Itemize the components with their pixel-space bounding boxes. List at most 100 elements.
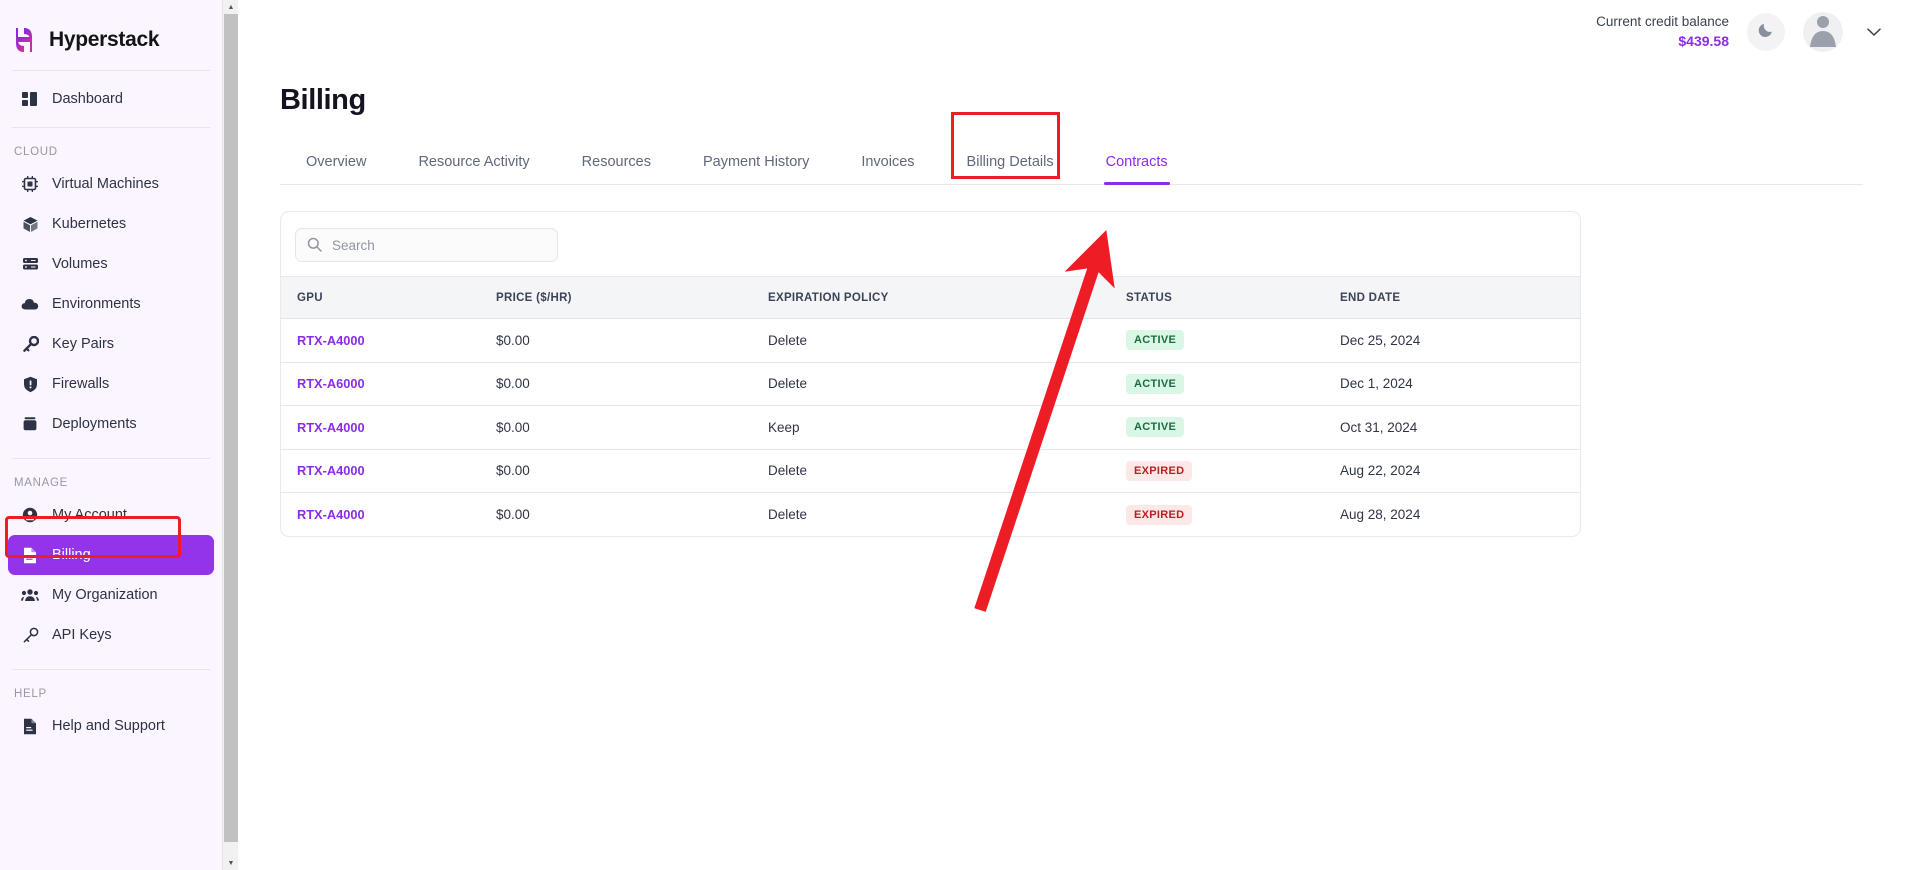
sidebar-item-label: Key Pairs bbox=[52, 336, 115, 352]
credit-balance-label: Current credit balance bbox=[1596, 14, 1729, 30]
cell-price: $0.00 bbox=[496, 362, 768, 406]
gpu-link[interactable]: RTX-A4000 bbox=[297, 507, 365, 522]
tab-resources[interactable]: Resources bbox=[556, 154, 677, 184]
status-badge: ACTIVE bbox=[1126, 330, 1185, 351]
sidebar-item-label: Dashboard bbox=[52, 91, 123, 107]
column-header-policy[interactable]: EXPIRATION POLICY bbox=[768, 276, 1126, 319]
table-head: GPU PRICE ($/HR) EXPIRATION POLICY STATU… bbox=[281, 276, 1580, 319]
sidebar-item-virtual-machines[interactable]: Virtual Machines bbox=[8, 164, 214, 204]
moon-icon bbox=[1758, 21, 1775, 43]
tab-label: Billing Details bbox=[966, 154, 1054, 170]
sidebar-item-kubernetes[interactable]: Kubernetes bbox=[8, 204, 214, 244]
contracts-table: GPU PRICE ($/HR) EXPIRATION POLICY STATU… bbox=[281, 276, 1580, 536]
tab-label: Resources bbox=[581, 154, 651, 170]
tab-billing-details[interactable]: Billing Details bbox=[941, 154, 1080, 184]
gpu-link[interactable]: RTX-A4000 bbox=[297, 333, 365, 348]
cell-policy: Delete bbox=[768, 507, 808, 522]
column-header-status[interactable]: STATUS bbox=[1126, 276, 1340, 319]
column-header-end-date[interactable]: END DATE bbox=[1340, 276, 1580, 319]
top-bar: Current credit balance $439.58 bbox=[238, 0, 1909, 64]
sidebar-item-label: Volumes bbox=[52, 256, 108, 272]
cell-price: $0.00 bbox=[496, 449, 768, 493]
sidebar-item-key-pairs[interactable]: Key Pairs bbox=[8, 324, 214, 364]
search-input[interactable] bbox=[295, 228, 558, 262]
sidebar-group-manage-label: MANAGE bbox=[14, 477, 69, 489]
shield-icon bbox=[21, 375, 39, 393]
sidebar-item-my-organization[interactable]: My Organization bbox=[8, 575, 214, 615]
sidebar-item-dashboard[interactable]: Dashboard bbox=[8, 79, 214, 119]
tab-invoices[interactable]: Invoices bbox=[835, 154, 940, 184]
hyperstack-h-logo-icon bbox=[14, 25, 40, 55]
scroll-up-arrow-icon[interactable]: ▲ bbox=[223, 0, 239, 14]
table-row[interactable]: RTX-A6000 $0.00 Delete ACTIVE Dec 1, 202… bbox=[281, 362, 1580, 406]
sidebar-divider-4 bbox=[12, 669, 210, 670]
table-row[interactable]: RTX-A4000 $0.00 Delete EXPIRED Aug 22, 2… bbox=[281, 449, 1580, 493]
sidebar-item-label: Firewalls bbox=[52, 376, 110, 392]
gpu-link[interactable]: RTX-A4000 bbox=[297, 420, 365, 435]
cell-gpu: RTX-A4000 bbox=[281, 449, 496, 493]
cell-end-date: Oct 31, 2024 bbox=[1340, 405, 1580, 450]
cell-end-date: Dec 25, 2024 bbox=[1340, 318, 1580, 363]
table-header-row: GPU PRICE ($/HR) EXPIRATION POLICY STATU… bbox=[281, 276, 1580, 319]
tab-payment-history[interactable]: Payment History bbox=[677, 154, 835, 184]
app-root: Hyperstack Dashboard CLOUD Virtual Machi… bbox=[0, 0, 1909, 870]
scroll-down-arrow-icon[interactable]: ▼ bbox=[223, 856, 239, 870]
table-row[interactable]: RTX-A4000 $0.00 Delete EXPIRED Aug 28, 2… bbox=[281, 493, 1580, 537]
cell-gpu: RTX-A4000 bbox=[281, 493, 496, 537]
users-group-icon bbox=[21, 586, 39, 604]
key-icon bbox=[21, 335, 39, 353]
tab-label: Resource Activity bbox=[418, 154, 530, 170]
sidebar-divider-2 bbox=[12, 127, 210, 128]
gpu-link[interactable]: RTX-A4000 bbox=[297, 463, 365, 478]
sidebar-item-environments[interactable]: Environments bbox=[8, 284, 214, 324]
status-badge: EXPIRED bbox=[1126, 504, 1193, 525]
scrollbar-thumb[interactable] bbox=[224, 14, 238, 842]
sidebar-item-help-and-support[interactable]: Help and Support bbox=[8, 706, 214, 746]
table-body: RTX-A4000 $0.00 Delete ACTIVE Dec 25, 20… bbox=[281, 318, 1580, 537]
tab-resource-activity[interactable]: Resource Activity bbox=[392, 154, 555, 184]
credit-balance: Current credit balance $439.58 bbox=[1596, 13, 1729, 50]
tab-label: Contracts bbox=[1105, 154, 1168, 170]
sidebar-item-billing[interactable]: Billing bbox=[8, 535, 214, 575]
sidebar-item-label: Billing bbox=[52, 547, 91, 563]
user-avatar-button[interactable] bbox=[1803, 12, 1843, 52]
sidebar-item-label: Deployments bbox=[52, 416, 137, 432]
deployment-box-icon bbox=[21, 415, 39, 433]
cell-gpu: RTX-A4000 bbox=[281, 318, 496, 363]
sidebar-item-label: API Keys bbox=[52, 627, 112, 643]
tab-contracts[interactable]: Contracts bbox=[1080, 154, 1194, 185]
sidebar-item-api-keys[interactable]: API Keys bbox=[8, 615, 214, 655]
status-badge: ACTIVE bbox=[1126, 373, 1185, 394]
account-menu-chevron[interactable] bbox=[1861, 25, 1887, 40]
cell-policy: Delete bbox=[768, 362, 1126, 406]
sidebar-item-my-account[interactable]: My Account bbox=[8, 495, 214, 535]
theme-toggle-button[interactable] bbox=[1747, 13, 1785, 51]
tab-label: Invoices bbox=[861, 154, 915, 170]
sidebar-item-deployments[interactable]: Deployments bbox=[8, 404, 214, 444]
dashboard-icon bbox=[21, 90, 39, 108]
cell-gpu: RTX-A4000 bbox=[281, 405, 496, 450]
column-header-gpu[interactable]: GPU bbox=[281, 276, 496, 319]
sidebar-item-label: Help and Support bbox=[52, 718, 165, 734]
cell-price: $0.00 bbox=[496, 405, 768, 450]
billing-tabs: Overview Resource Activity Resources Pay… bbox=[280, 112, 1863, 185]
cell-end-date: Aug 22, 2024 bbox=[1340, 449, 1580, 493]
cell-gpu: RTX-A6000 bbox=[281, 362, 496, 406]
sidebar-divider-1 bbox=[12, 70, 210, 71]
sidebar-item-volumes[interactable]: Volumes bbox=[8, 244, 214, 284]
brand-logo[interactable]: Hyperstack bbox=[0, 0, 222, 62]
cell-status: ACTIVE bbox=[1126, 318, 1340, 363]
cell-policy: Keep bbox=[768, 405, 1126, 450]
sidebar-item-firewalls[interactable]: Firewalls bbox=[8, 364, 214, 404]
table-row[interactable]: RTX-A4000 $0.00 Delete ACTIVE Dec 25, 20… bbox=[281, 318, 1580, 363]
table-row[interactable]: RTX-A4000 $0.00 Keep ACTIVE Oct 31, 2024 bbox=[281, 405, 1580, 450]
column-header-price[interactable]: PRICE ($/HR) bbox=[496, 276, 768, 319]
sidebar-item-label: My Account bbox=[52, 507, 127, 523]
gpu-link[interactable]: RTX-A6000 bbox=[297, 376, 365, 391]
brand-name: Hyperstack bbox=[49, 28, 160, 51]
tab-overview[interactable]: Overview bbox=[280, 154, 392, 184]
sidebar-group-help-label: HELP bbox=[14, 688, 47, 700]
sidebar-scrollbar[interactable]: ▲ ▼ bbox=[222, 0, 239, 870]
sidebar-item-label: Kubernetes bbox=[52, 216, 127, 232]
cell-status: EXPIRED bbox=[1126, 449, 1340, 493]
